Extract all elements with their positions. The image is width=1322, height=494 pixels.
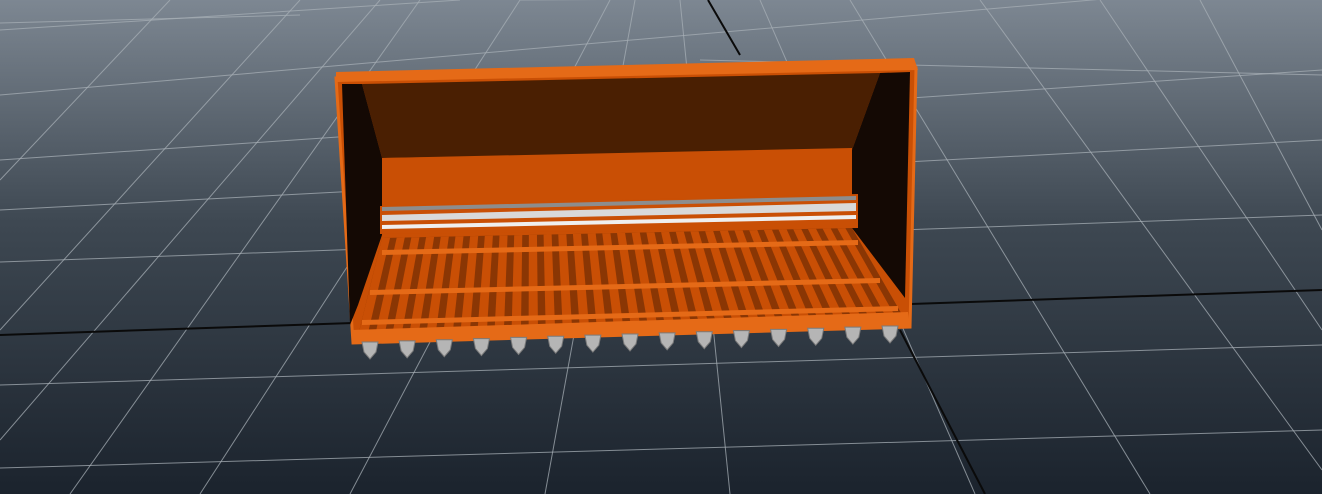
viewport-canvas[interactable] xyxy=(0,0,1322,494)
bucket-back-wall xyxy=(362,73,880,158)
bucket-model[interactable] xyxy=(334,58,918,360)
3d-viewport[interactable] xyxy=(0,0,1322,494)
